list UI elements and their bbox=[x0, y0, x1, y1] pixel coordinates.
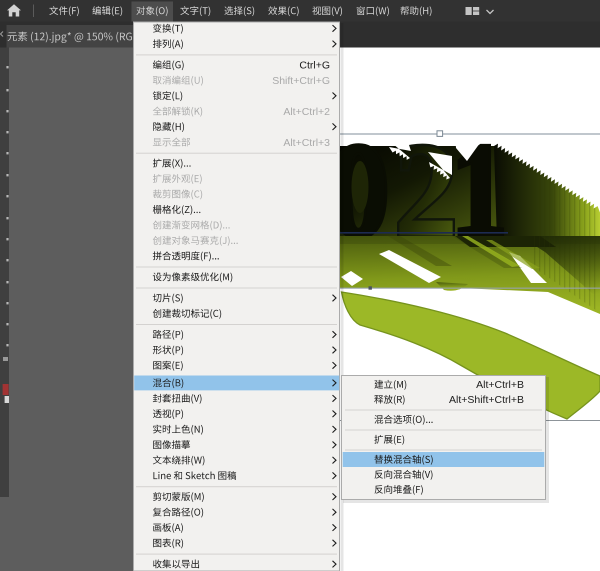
svg-text:Alt+Ctrl+2: Alt+Ctrl+2 bbox=[283, 106, 330, 118]
svg-text:Alt+Shift+Ctrl+B: Alt+Shift+Ctrl+B bbox=[449, 394, 524, 406]
svg-text:Ctrl+G: Ctrl+G bbox=[299, 60, 330, 72]
svg-text:Shift+Ctrl+G: Shift+Ctrl+G bbox=[272, 75, 330, 87]
svg-text:Alt+Ctrl+B: Alt+Ctrl+B bbox=[476, 379, 524, 391]
svg-text:Alt+Ctrl+3: Alt+Ctrl+3 bbox=[283, 137, 330, 149]
